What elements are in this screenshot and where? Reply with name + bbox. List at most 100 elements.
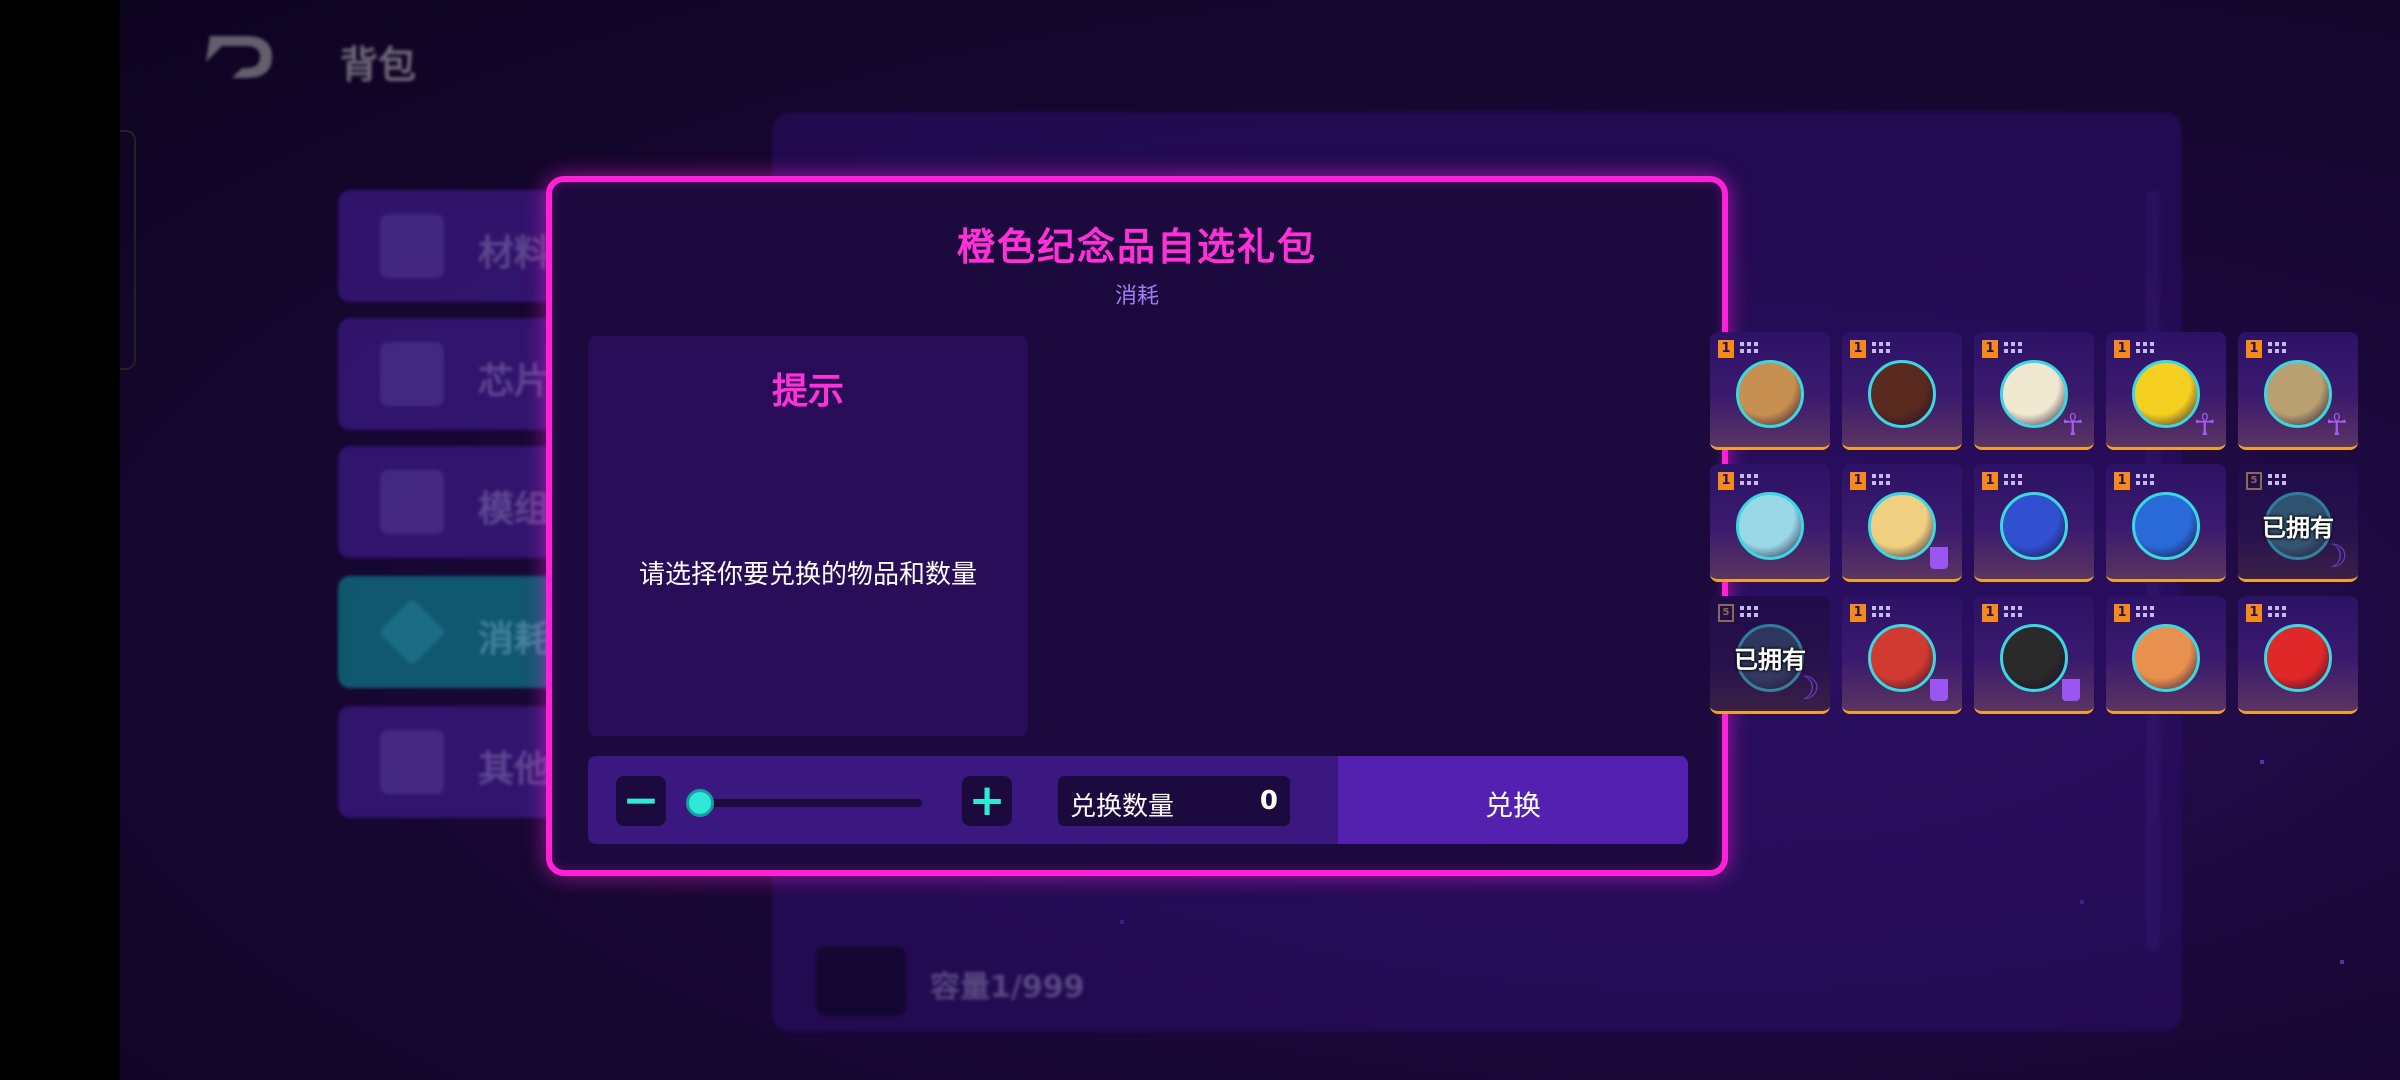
horn-icon [2000, 360, 2068, 428]
item-slot[interactable]: 1 ☥ [2238, 332, 2358, 450]
skull-mask-icon [1868, 360, 1936, 428]
item-count-badge: 1 [1982, 604, 1998, 622]
ankh-icon: ☥ [2325, 408, 2348, 443]
hint-text: 请选择你要兑换的物品和数量 [638, 560, 977, 590]
page-title: 背包 [340, 43, 417, 87]
rarity-dots-icon [1872, 474, 1894, 486]
capacity-icon [816, 946, 906, 1016]
hint-panel: 提示 请选择你要兑换的物品和数量 [588, 336, 1028, 736]
cup-icon [1930, 679, 1948, 701]
lungs-scan-icon [2132, 492, 2200, 560]
rarity-dots-icon [2136, 606, 2158, 618]
rarity-dots-icon [2004, 342, 2026, 354]
rarity-dots-icon [2268, 342, 2290, 354]
screen-notch [120, 130, 136, 370]
category-label: 其他 [478, 749, 551, 790]
quantity-slider-track[interactable] [692, 799, 922, 807]
hint-title: 提示 [771, 371, 844, 412]
jersey-24-icon [2132, 360, 2200, 428]
rarity-dots-icon [1872, 342, 1894, 354]
popcorn-icon [1868, 492, 1936, 560]
item-slot[interactable]: 5 ☽ 已拥有 [1710, 596, 1830, 714]
quantity-label: 兑换数量 [1070, 792, 1175, 822]
item-count-badge: 1 [2246, 340, 2262, 358]
blue-slime-icon [2000, 492, 2068, 560]
rarity-dots-icon [2136, 342, 2158, 354]
category-label: 材料 [478, 233, 551, 274]
ankh-icon: ☥ [2061, 408, 2084, 443]
food-bowl-icon [2264, 360, 2332, 428]
materials-icon [380, 214, 444, 278]
rarity-dots-icon [2136, 474, 2158, 486]
item-count-badge: 1 [2246, 604, 2262, 622]
item-slot[interactable]: 5 ☽ 已拥有 [2238, 464, 2358, 582]
screen: 背包 材料 芯片 模组 消耗 其他 容量1/999 橙色纪念品自选礼包 消耗 提… [0, 0, 2400, 1080]
chip-icon [380, 342, 444, 406]
item-slot[interactable]: 1 [1710, 332, 1830, 450]
quantity-slider-knob[interactable] [686, 789, 714, 817]
item-slot[interactable]: 1 [1842, 596, 1962, 714]
consumables-icon [378, 598, 446, 666]
capacity-text: 容量1/999 [930, 970, 1085, 1005]
owned-label: 已拥有 [2262, 514, 2334, 542]
item-count-badge: 1 [1982, 340, 1998, 358]
quantity-value: 0 [1259, 786, 1278, 816]
item-count-badge: 1 [2114, 604, 2130, 622]
bronze-helmet-icon [1736, 360, 1804, 428]
item-slot[interactable]: 1 [2106, 464, 2226, 582]
cup-icon [2062, 679, 2080, 701]
star [2260, 760, 2264, 764]
dialog-title: 橙色纪念品自选礼包 [956, 225, 1317, 269]
quantity-field[interactable]: 兑换数量 0 [1058, 776, 1290, 826]
item-count-badge: 1 [1850, 604, 1866, 622]
bottle-icon [2000, 624, 2068, 692]
gift-pack-dialog: 橙色纪念品自选礼包 消耗 提示 请选择你要兑换的物品和数量 − + 兑换数量 0… [546, 176, 1728, 876]
back-arrow-icon[interactable] [202, 32, 276, 82]
rarity-dots-icon [2004, 474, 2026, 486]
exchange-bar: − + 兑换数量 0 兑换 [588, 756, 1688, 844]
minus-icon: − [622, 775, 660, 826]
owned-label: 已拥有 [1734, 646, 1806, 674]
exchange-label: 兑换 [1484, 789, 1541, 822]
category-label: 模组 [478, 489, 551, 530]
red-bear-icon [2264, 624, 2332, 692]
item-slot[interactable]: 1 [1710, 464, 1830, 582]
category-label: 消耗 [478, 619, 551, 660]
item-count-badge: 1 [1718, 340, 1734, 358]
item-count-badge: 5 [1718, 604, 1734, 622]
cube-icon [380, 730, 444, 794]
rarity-dots-icon [2268, 606, 2290, 618]
star [2340, 960, 2344, 964]
dialog-subtitle: 消耗 [1114, 284, 1159, 309]
rarity-dots-icon [1740, 606, 1762, 618]
item-slot[interactable]: 1 ☥ [1974, 332, 2094, 450]
blaster-gun-icon [1736, 492, 1804, 560]
red-book-icon [1868, 624, 1936, 692]
item-slot[interactable]: 1 [2106, 596, 2226, 714]
item-count-badge: 1 [1718, 472, 1734, 490]
item-slot[interactable]: 1 [1842, 332, 1962, 450]
item-slot[interactable]: 1 [1974, 464, 2094, 582]
rarity-dots-icon [1740, 474, 1762, 486]
plus-icon: + [968, 775, 1006, 826]
item-count-badge: 1 [2114, 472, 2130, 490]
item-count-badge: 1 [1982, 472, 1998, 490]
item-slot[interactable]: 1 ☥ [2106, 332, 2226, 450]
item-count-badge: 1 [2114, 340, 2130, 358]
increase-button[interactable]: + [962, 776, 1012, 826]
rarity-dots-icon [1740, 342, 1762, 354]
orange-figure-icon [2132, 624, 2200, 692]
rarity-dots-icon [2268, 474, 2290, 486]
exchange-button[interactable]: 兑换 [1338, 756, 1688, 844]
category-label: 芯片 [478, 361, 551, 402]
item-count-badge: 5 [2246, 472, 2262, 490]
modules-icon [380, 470, 444, 534]
item-slot[interactable]: 1 [2238, 596, 2358, 714]
item-slot[interactable]: 1 [1842, 464, 1962, 582]
decrease-button[interactable]: − [616, 776, 666, 826]
item-slot[interactable]: 1 [1974, 596, 2094, 714]
item-count-badge: 1 [1850, 340, 1866, 358]
ankh-icon: ☥ [2193, 408, 2216, 443]
rarity-dots-icon [2004, 606, 2026, 618]
item-count-badge: 1 [1850, 472, 1866, 490]
